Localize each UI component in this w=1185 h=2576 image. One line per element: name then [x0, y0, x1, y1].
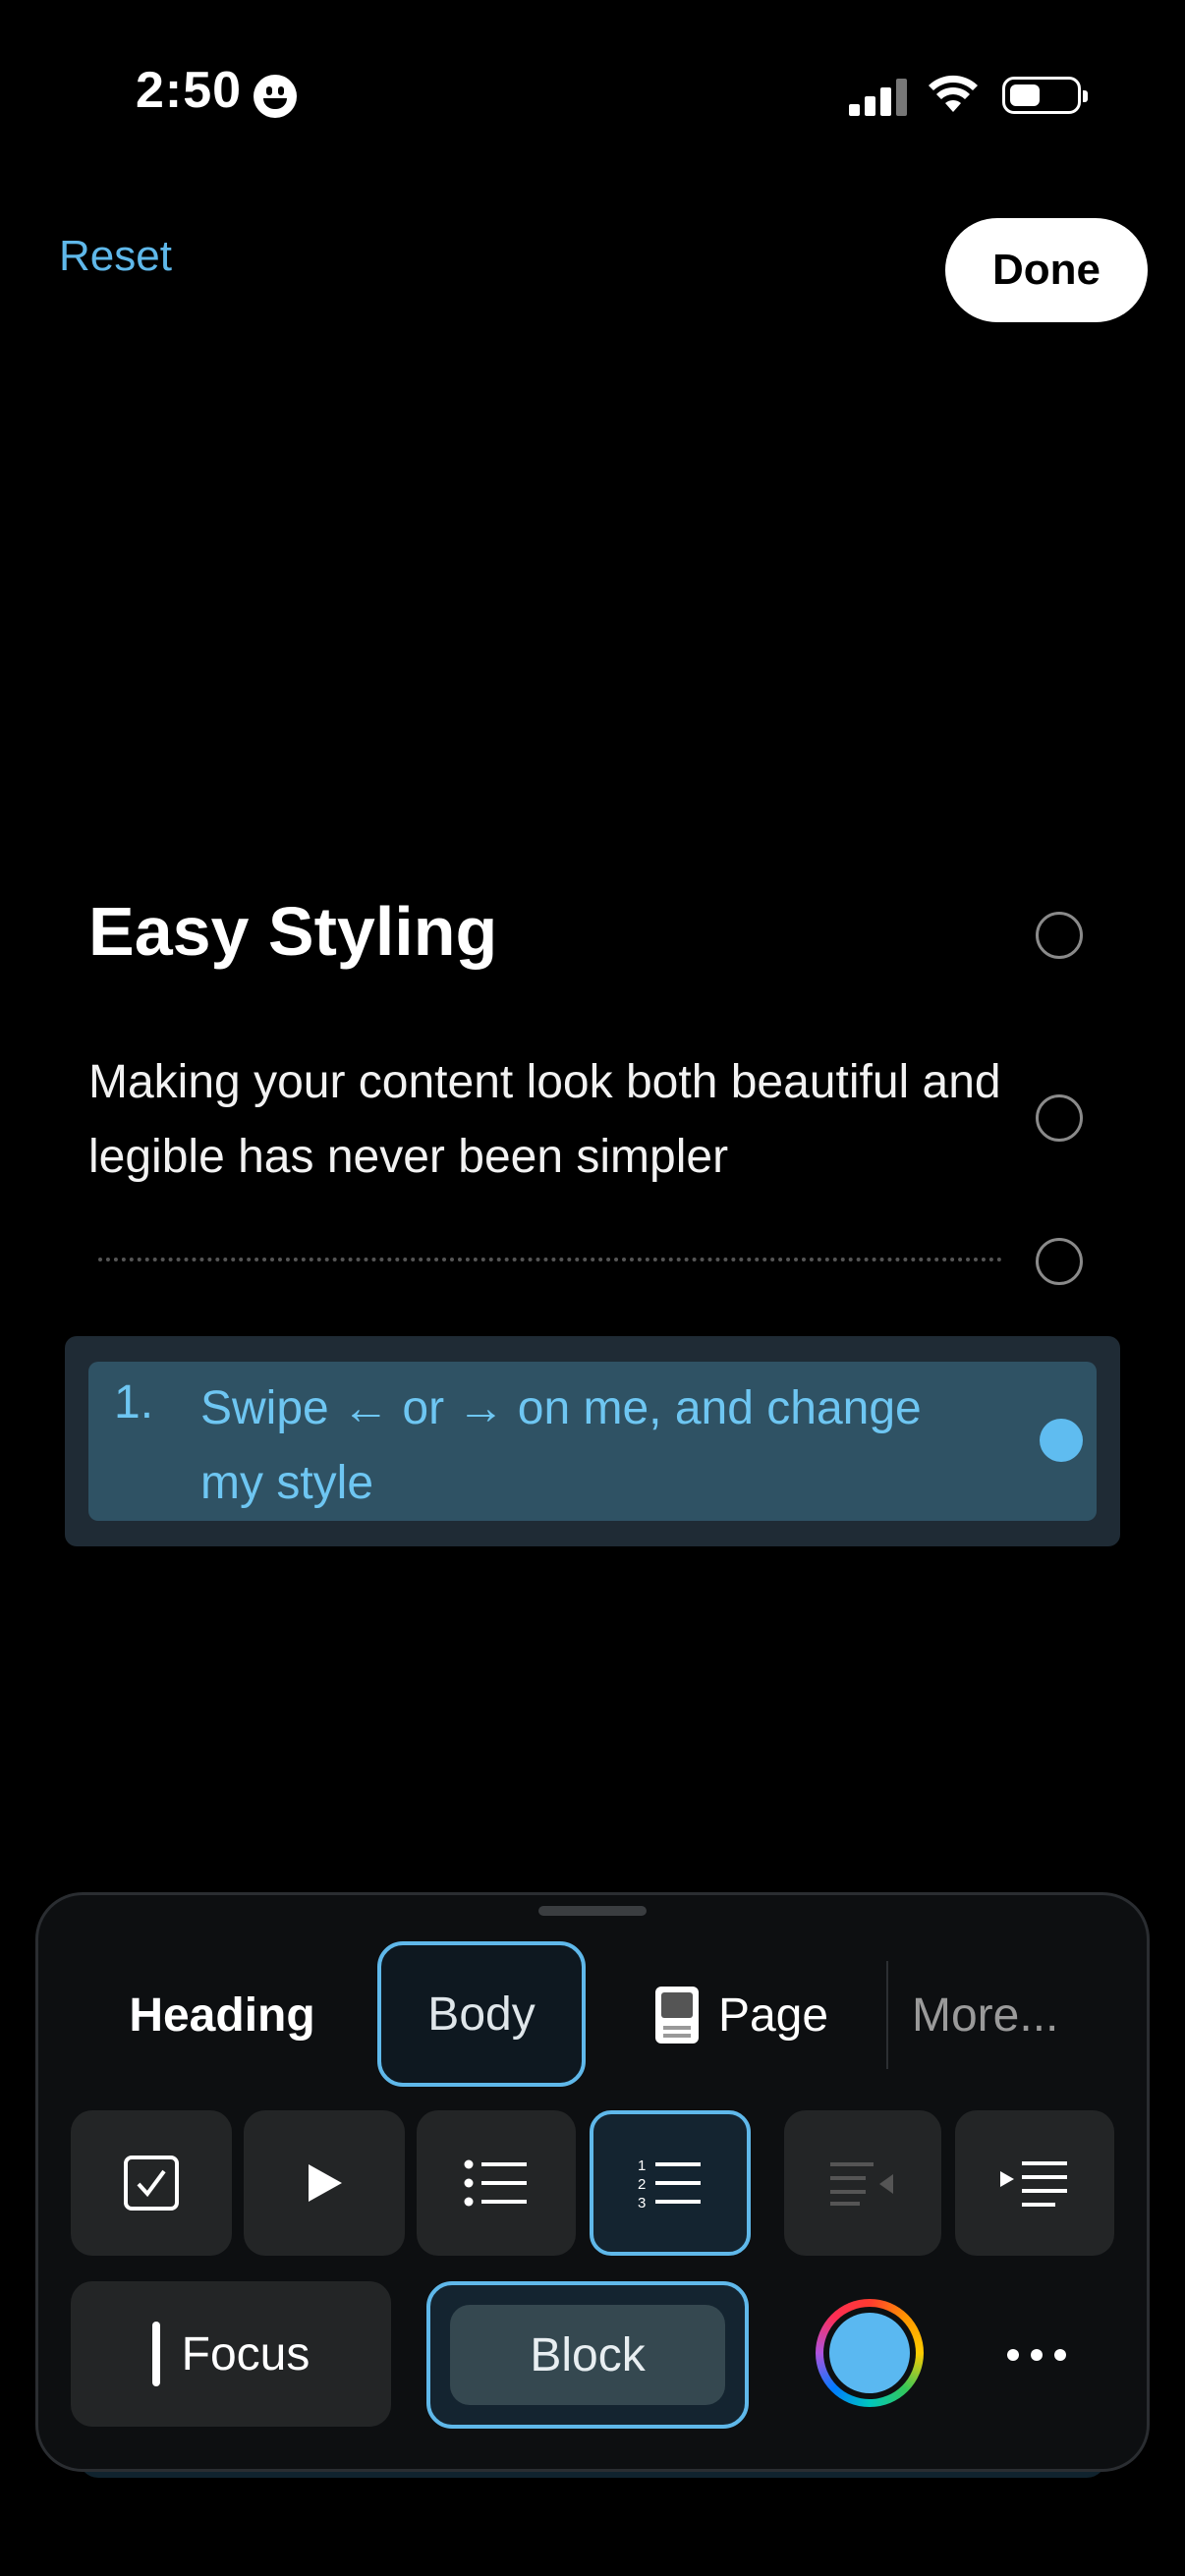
tab-page[interactable]: Page: [639, 1943, 845, 2087]
status-time: 2:50: [136, 62, 243, 119]
wifi-icon: [929, 75, 978, 112]
tab-page-label: Page: [717, 1988, 829, 2042]
heading-select-radio[interactable]: [1036, 912, 1083, 959]
focus-button[interactable]: Focus: [71, 2281, 391, 2427]
list-item-number: 1.: [114, 1376, 154, 1428]
page-icon: [654, 1987, 699, 2044]
tab-body[interactable]: Body: [377, 1941, 586, 2087]
indent-icon: [1000, 2161, 1067, 2207]
done-button[interactable]: Done: [945, 218, 1148, 322]
body-block[interactable]: Making your content look both beautiful …: [88, 1045, 1012, 1195]
tab-separator: [886, 1961, 888, 2069]
outdent-icon: [830, 2162, 893, 2206]
more-options-icon[interactable]: [992, 2319, 1081, 2391]
focus-label: Focus: [181, 2327, 310, 2380]
divider-select-radio[interactable]: [1036, 1238, 1083, 1285]
bullet-list-button[interactable]: [417, 2110, 576, 2256]
checkbox-button[interactable]: [71, 2110, 232, 2256]
smiley-icon: [254, 75, 297, 118]
list-select-radio-selected[interactable]: [1040, 1419, 1083, 1462]
svg-text:2: 2: [638, 2176, 646, 2193]
list-item-text[interactable]: Swipe ← or → on me, and change my style: [200, 1372, 987, 1521]
indent-button[interactable]: [955, 2110, 1114, 2256]
bullet-list-icon: [464, 2159, 527, 2207]
panel-drag-handle[interactable]: [538, 1906, 647, 1916]
divider-block[interactable]: [98, 1258, 1002, 1261]
block-label[interactable]: Block: [450, 2305, 725, 2405]
tab-more[interactable]: More...: [912, 1943, 1148, 2087]
focus-bar-icon: [151, 2322, 160, 2386]
battery-icon: [1002, 77, 1088, 114]
toggle-button[interactable]: [244, 2110, 405, 2256]
numbered-list-button[interactable]: 1 2 3: [590, 2110, 751, 2256]
svg-text:1: 1: [638, 2157, 646, 2174]
outdent-button[interactable]: [784, 2110, 941, 2256]
body-select-radio[interactable]: [1036, 1094, 1083, 1142]
reset-button[interactable]: Reset: [59, 232, 172, 281]
svg-text:3: 3: [638, 2195, 646, 2210]
play-toggle-icon: [309, 2164, 342, 2202]
numbered-list-icon: 1 2 3: [638, 2157, 701, 2210]
checkbox-icon: [124, 2156, 179, 2211]
tab-heading[interactable]: Heading: [108, 1943, 336, 2087]
heading-block[interactable]: Easy Styling: [88, 892, 497, 971]
cellular-signal-icon: [849, 77, 908, 116]
color-picker-icon[interactable]: [816, 2299, 924, 2407]
